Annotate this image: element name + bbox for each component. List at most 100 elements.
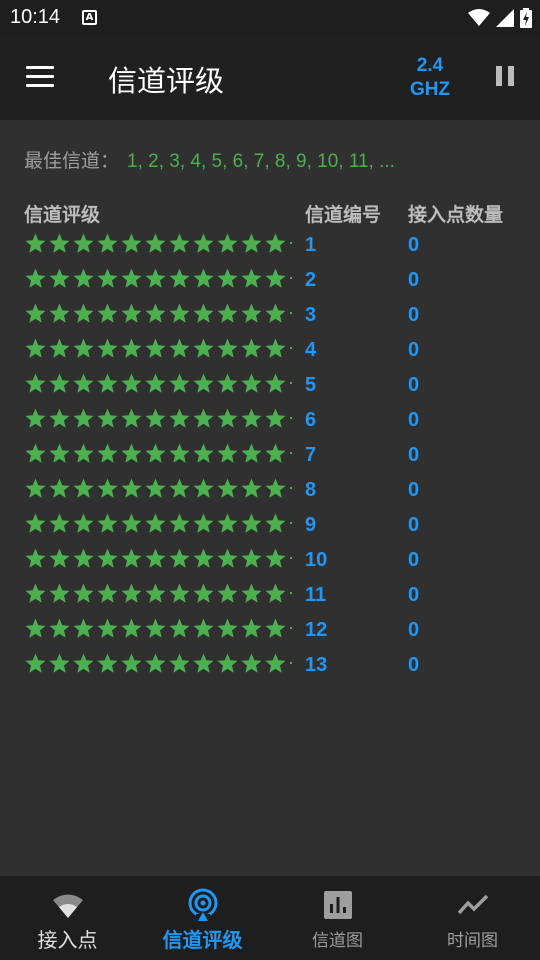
- star-icon: [145, 513, 166, 533]
- nav-label-channel-rating: 信道评级: [162, 928, 243, 952]
- star-icon: [73, 513, 94, 533]
- star-icon: [169, 653, 190, 673]
- star-overflow-mark: [290, 522, 292, 524]
- page-title: 信道评级: [108, 64, 225, 98]
- nav-channel-rating[interactable]: 信道评级: [135, 876, 270, 960]
- star-rating: [24, 302, 294, 328]
- star-icon: [73, 303, 94, 323]
- channel-number: 2: [305, 269, 317, 291]
- table-row: 60: [24, 405, 524, 440]
- star-overflow-mark: [290, 382, 292, 384]
- star-icon: [193, 478, 214, 498]
- star-icon: [73, 478, 94, 498]
- star-icon: [121, 338, 142, 358]
- channel-number: 12: [305, 619, 328, 641]
- table-row: 10 0: [24, 545, 524, 580]
- star-icon: [121, 478, 142, 498]
- star-icon: [25, 303, 46, 323]
- star-overflow-mark: [290, 277, 292, 279]
- star-icon: [73, 268, 94, 288]
- star-icon: [241, 583, 262, 603]
- star-icon: [145, 268, 166, 288]
- access-point-count: 0: [408, 444, 420, 466]
- star-icon: [49, 478, 70, 498]
- nav-channel-graph[interactable]: 信道图: [270, 876, 405, 960]
- star-icon: [49, 653, 70, 673]
- star-icon: [265, 373, 286, 393]
- star-icon: [193, 583, 214, 603]
- star-icon: [169, 268, 190, 288]
- star-icon: [265, 548, 286, 568]
- band-value: 2.4: [416, 55, 444, 76]
- star-icon: [97, 618, 118, 638]
- star-icon: [193, 303, 214, 323]
- channel-number: 13: [305, 654, 328, 676]
- star-icon: [73, 233, 94, 253]
- star-icon: [73, 583, 94, 603]
- table-row: 80: [24, 475, 524, 510]
- star-icon: [265, 443, 286, 463]
- star-icon: [121, 373, 142, 393]
- star-icon: [49, 618, 70, 638]
- star-icon: [25, 443, 46, 463]
- star-icon: [217, 478, 238, 498]
- nav-access-points[interactable]: 接入点: [0, 876, 135, 960]
- app-bar: 信道评级 2.4 GHZ: [0, 36, 540, 120]
- star-rating: [24, 582, 294, 608]
- star-icon: [217, 233, 238, 253]
- star-icon: [121, 303, 142, 323]
- band-toggle-button[interactable]: 2.4 GHZ: [404, 54, 456, 102]
- star-icon: [169, 303, 190, 323]
- status-time: 10:14: [10, 6, 61, 28]
- access-point-count: 0: [408, 339, 420, 361]
- column-header-rating: 信道评级: [24, 204, 101, 226]
- table-row: 40: [24, 335, 524, 370]
- star-icon: [25, 478, 46, 498]
- star-icon: [49, 373, 70, 393]
- star-icon: [193, 618, 214, 638]
- star-icon: [241, 303, 262, 323]
- pause-button[interactable]: [494, 66, 516, 90]
- star-icon: [169, 233, 190, 253]
- wifi-icon: [52, 894, 83, 918]
- channel-rating-table: 1 0 2 0 3 0 4 0 5 0 6 0 7 0 8 0 9 0 10 0 11 0 12 0 13 0: [24, 230, 524, 685]
- access-point-count: 0: [408, 374, 420, 396]
- star-icon: [169, 408, 190, 428]
- star-icon: [169, 548, 190, 568]
- star-icon: [121, 583, 142, 603]
- access-point-count: 0: [408, 514, 420, 536]
- nav-time-graph[interactable]: 时间图: [405, 876, 540, 960]
- star-icon: [193, 373, 214, 393]
- star-icon: [121, 408, 142, 428]
- star-icon: [97, 443, 118, 463]
- star-icon: [169, 338, 190, 358]
- star-icon: [121, 233, 142, 253]
- star-icon: [97, 513, 118, 533]
- star-icon: [217, 408, 238, 428]
- star-icon: [25, 653, 46, 673]
- access-point-count: 0: [408, 234, 420, 256]
- star-rating: [24, 547, 294, 573]
- star-icon: [217, 583, 238, 603]
- star-icon: [217, 653, 238, 673]
- star-icon: [193, 233, 214, 253]
- star-icon: [121, 618, 142, 638]
- star-rating: [24, 267, 294, 293]
- star-icon: [169, 583, 190, 603]
- star-rating: [24, 477, 294, 503]
- star-icon: [121, 268, 142, 288]
- star-rating: [24, 407, 294, 433]
- table-row: 50: [24, 370, 524, 405]
- star-overflow-mark: [290, 592, 292, 594]
- star-overflow-mark: [290, 417, 292, 419]
- star-icon: [241, 513, 262, 533]
- star-icon: [265, 268, 286, 288]
- access-point-count: 0: [408, 304, 420, 326]
- access-point-count: 0: [408, 654, 420, 676]
- star-icon: [265, 303, 286, 323]
- table-row: 70: [24, 440, 524, 475]
- star-icon: [241, 373, 262, 393]
- menu-button[interactable]: [24, 64, 56, 90]
- star-icon: [97, 338, 118, 358]
- star-rating: [24, 337, 294, 363]
